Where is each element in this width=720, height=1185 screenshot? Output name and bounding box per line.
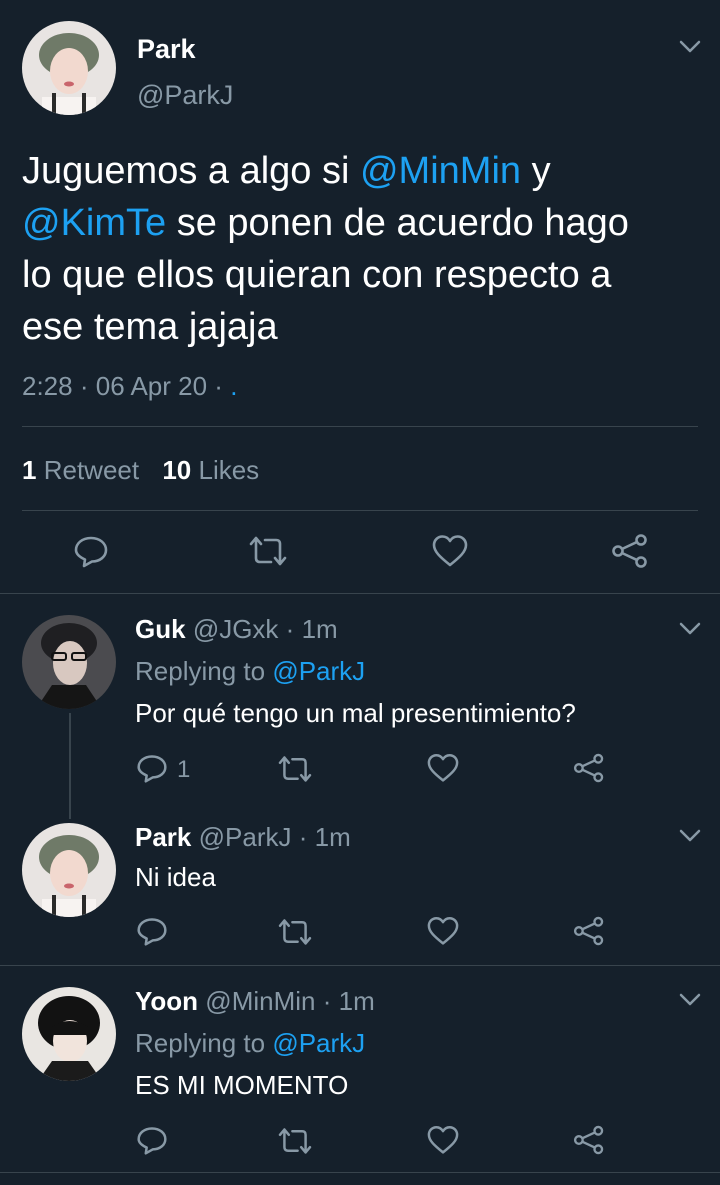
dot-separator: · xyxy=(79,371,89,401)
replying-to-label: Replying to xyxy=(135,656,266,686)
tweet-timestamp: 2:28 · 06 Apr 20 · . xyxy=(22,371,237,402)
dot-separator: · xyxy=(298,822,308,852)
reply-text: Ni idea xyxy=(135,862,216,892)
share-icon[interactable] xyxy=(573,915,605,947)
chevron-down-icon[interactable] xyxy=(679,40,701,54)
retweets-count: 1 xyxy=(22,455,37,485)
author-name[interactable]: Park xyxy=(137,34,196,65)
tweet-source[interactable]: . xyxy=(230,371,237,401)
reply-author-name[interactable]: Park xyxy=(135,822,191,852)
dot-separator: · xyxy=(214,371,223,401)
tweet-text-line: lo que ellos quieran con respecto a xyxy=(22,254,612,296)
reply-count: 1 xyxy=(177,756,191,783)
retweet-icon[interactable] xyxy=(278,754,312,784)
tweet-text-segment: y xyxy=(521,150,551,192)
reply-header: Yoon @MinMin · 1m xyxy=(135,986,375,1017)
reply-author-handle[interactable]: @ParkJ xyxy=(199,822,292,852)
reply-header: Guk @JGxk · 1m xyxy=(135,614,338,645)
avatar[interactable] xyxy=(22,987,116,1081)
likes-label: Likes xyxy=(198,455,260,485)
share-icon[interactable] xyxy=(573,752,605,784)
author-handle[interactable]: @ParkJ xyxy=(137,80,233,111)
dot-separator: · xyxy=(322,986,332,1016)
replying-to-handle[interactable]: @ParkJ xyxy=(272,656,365,686)
chevron-down-icon[interactable] xyxy=(679,622,701,636)
replying-to-label: Replying to xyxy=(135,1028,266,1058)
reply-time: 1m xyxy=(314,822,351,852)
reply-icon[interactable] xyxy=(73,533,109,569)
reply-text: ES MI MOMENTO xyxy=(135,1070,349,1100)
likes-count: 10 xyxy=(162,455,192,485)
avatar[interactable] xyxy=(22,615,116,709)
reply-time: 1m xyxy=(301,614,338,644)
divider xyxy=(0,593,720,594)
mention-link[interactable]: @KimTe xyxy=(22,202,166,244)
likes-stat[interactable]: 10 Likes xyxy=(162,455,259,485)
retweets-label: Retweet xyxy=(43,455,140,485)
like-icon[interactable] xyxy=(427,753,459,783)
like-icon[interactable] xyxy=(427,916,459,946)
thread-line xyxy=(69,713,71,819)
reply-text: Por qué tengo un mal presentimiento? xyxy=(135,698,576,728)
like-icon[interactable] xyxy=(427,1125,459,1155)
divider xyxy=(0,1172,720,1173)
share-icon[interactable] xyxy=(573,1124,605,1156)
retweets-stat[interactable]: 1 Retweet xyxy=(22,455,146,485)
divider xyxy=(22,510,698,511)
replying-to: Replying to @ParkJ xyxy=(135,1028,365,1059)
tweet-date: 06 Apr 20 xyxy=(95,371,208,401)
share-icon[interactable] xyxy=(611,532,649,570)
chevron-down-icon[interactable] xyxy=(679,993,701,1007)
retweet-icon[interactable] xyxy=(278,1126,312,1156)
like-icon[interactable] xyxy=(432,534,468,568)
avatar[interactable] xyxy=(22,823,116,917)
reply-author-name[interactable]: Guk xyxy=(135,614,186,644)
reply-icon[interactable] xyxy=(136,1124,168,1156)
tweet-text-segment: se ponen de acuerdo hago xyxy=(166,202,629,244)
mention-link[interactable]: @MinMin xyxy=(360,150,521,192)
divider xyxy=(0,965,720,966)
engagement-stats: 1 Retweet 10 Likes xyxy=(22,455,259,486)
reply-header: Park @ParkJ · 1m xyxy=(135,822,351,853)
chevron-down-icon[interactable] xyxy=(679,829,701,843)
avatar[interactable] xyxy=(22,21,116,115)
reply-icon[interactable] xyxy=(136,752,168,784)
tweet-text-segment: Juguemos a algo si xyxy=(22,150,360,192)
tweet-text-line: ese tema jajaja xyxy=(22,306,278,348)
tweet-time: 2:28 xyxy=(22,371,73,401)
tweet-text: Juguemos a algo si @MinMin y @KimTe se p… xyxy=(22,145,712,353)
divider xyxy=(22,426,698,427)
reply-time: 1m xyxy=(338,986,375,1016)
reply-author-handle[interactable]: @JGxk xyxy=(193,614,279,644)
dot-separator: · xyxy=(285,614,295,644)
reply-icon[interactable] xyxy=(136,915,168,947)
retweet-icon[interactable] xyxy=(249,534,287,568)
replying-to-handle[interactable]: @ParkJ xyxy=(272,1028,365,1058)
reply-author-handle[interactable]: @MinMin xyxy=(205,986,315,1016)
retweet-icon[interactable] xyxy=(278,917,312,947)
reply-author-name[interactable]: Yoon xyxy=(135,986,198,1016)
replying-to: Replying to @ParkJ xyxy=(135,656,365,687)
